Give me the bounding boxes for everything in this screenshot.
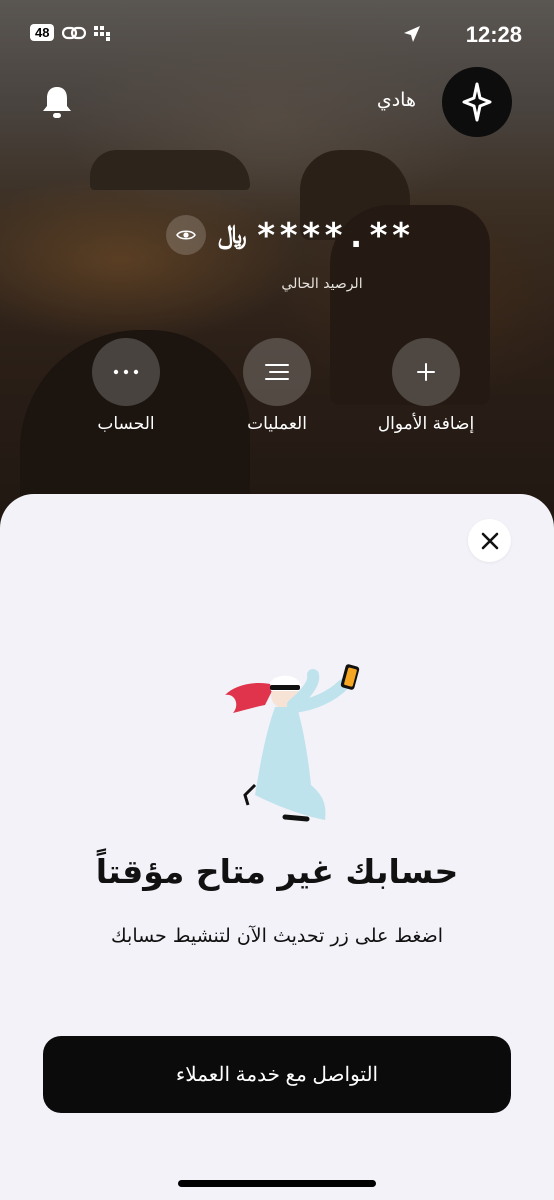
list-icon [265, 364, 289, 380]
status-bar: 48 12:28 [0, 20, 554, 50]
rock-shape [90, 150, 250, 190]
account-button[interactable]: الحساب [56, 338, 196, 434]
balance-label: الرصيد الحالي [281, 276, 363, 292]
bell-icon [43, 87, 71, 118]
location-arrow-icon [404, 26, 420, 42]
transactions-circle [243, 338, 311, 406]
close-icon [481, 532, 498, 549]
balance-row: ﷼ ****.** [0, 210, 554, 260]
user-name: هادي [376, 89, 416, 111]
balance-value: ****.** [256, 216, 414, 256]
plus-icon [417, 363, 435, 381]
transactions-label: العمليات [247, 414, 307, 434]
contact-customer-service-button[interactable]: التواصل مع خدمة العملاء [43, 1036, 511, 1113]
account-circle [92, 338, 160, 406]
status-left: 48 [30, 24, 112, 41]
status-time: 12:28 [465, 22, 522, 47]
profile-avatar-button[interactable] [442, 67, 512, 137]
more-icon [113, 369, 139, 375]
add-funds-label: إضافة الأموال [377, 414, 475, 434]
transactions-button[interactable]: العمليات [207, 338, 347, 434]
account-label: الحساب [97, 414, 155, 434]
person-with-phone-illustration [225, 664, 360, 822]
add-funds-circle [392, 338, 460, 406]
network-badge: 48 [30, 24, 55, 41]
sheet-subtitle: اضغط على زر تحديث الآن لتنشيط حسابك [111, 925, 443, 947]
eye-icon [176, 230, 196, 240]
link-icon [62, 26, 87, 39]
currency-symbol: ﷼ [218, 220, 247, 250]
sparkle-logo-icon [462, 82, 492, 122]
grid-dots-icon [94, 25, 111, 41]
sheet-title: حسابك غير متاح مؤقتاً [95, 852, 459, 891]
close-button[interactable] [468, 519, 511, 562]
add-funds-button[interactable]: إضافة الأموال [356, 338, 496, 434]
toggle-balance-visibility-button[interactable] [166, 215, 206, 255]
home-indicator[interactable] [178, 1180, 376, 1187]
notifications-button[interactable] [41, 84, 73, 124]
